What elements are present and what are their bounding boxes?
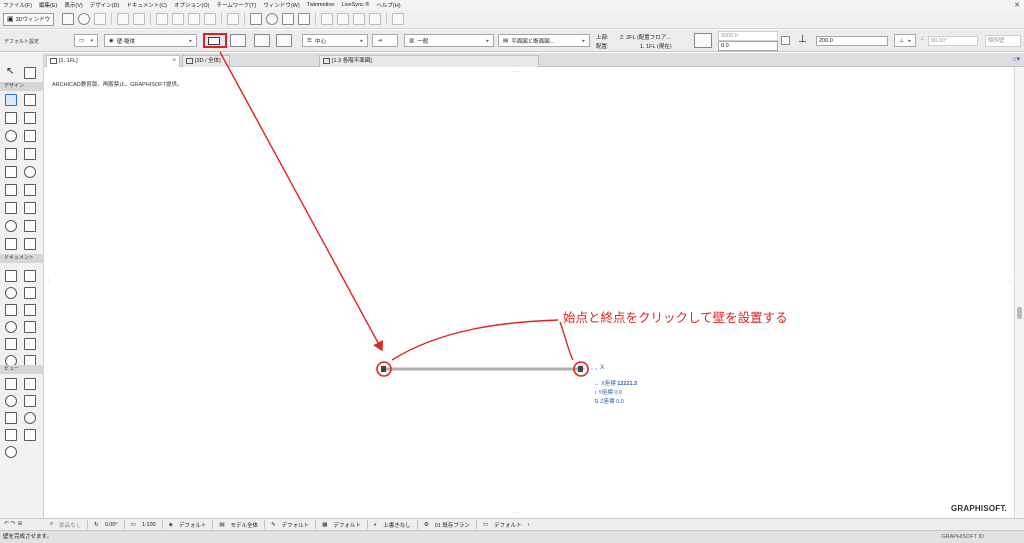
callout-curve-left [391, 319, 559, 361]
structure-display-value[interactable]: デフォルト [494, 521, 522, 529]
structure-display-icon: ▭ [482, 521, 489, 528]
end-point-marker [578, 366, 583, 372]
renovation-icon: ⚙ [423, 521, 429, 528]
graphisoft-watermark: GRAPHISOFT. [951, 504, 1007, 513]
rotate-icon: ↻ [94, 521, 99, 528]
separator [212, 520, 214, 529]
x-axis-label: X [600, 364, 605, 371]
start-point-marker [381, 366, 386, 372]
tracker-label: X座標 [601, 381, 616, 387]
pen-set-value[interactable]: デフォルト [282, 521, 310, 529]
chevron-left-icon[interactable]: ‹ [528, 522, 530, 528]
separator [264, 520, 266, 529]
separator [366, 520, 368, 529]
model-view-value[interactable]: モデル全体 [231, 521, 259, 529]
redo-zoom-icon[interactable]: ↷ [11, 521, 16, 527]
quick-options-bar: ⌕ 部品なし ↻ 0.00° ▭ 1:100 ◈ デフォルト ▤ モデル全体 ✎… [44, 518, 1024, 530]
angle-value[interactable]: 0.00° [105, 522, 118, 528]
status-bar: 壁を完成させます。 GRAPHISOFT ID [0, 530, 1024, 543]
override-icon: ◐ [373, 521, 378, 528]
layer-combo-icon: ◈ [168, 521, 173, 528]
separator [315, 520, 317, 529]
separator [123, 520, 125, 529]
dimension-value[interactable]: デフォルト [333, 521, 361, 529]
annotation-overlay [219, 51, 598, 377]
dimension-icon: ▦ [322, 521, 328, 528]
z-icon: ⇅ [594, 399, 599, 405]
tracker-row-z: ⇅ Z座標 0.0 [594, 397, 624, 405]
undo-field[interactable]: 部品なし [59, 521, 81, 529]
tracker-value[interactable]: 0.0 [616, 399, 624, 405]
instruction-arrow [219, 51, 383, 352]
separator [87, 520, 89, 529]
tracker-row-x: ↔ X座標 12221.3 [594, 379, 637, 387]
tracker-row-y: ↕ Y座標 0.0 [594, 388, 622, 396]
status-message: 壁を完成させます。 [3, 534, 52, 540]
undo-zoom-icon[interactable]: ↶ [4, 521, 9, 527]
scale-icon: ▭ [130, 521, 136, 528]
model-view-icon: ▤ [219, 521, 225, 528]
override-value[interactable]: 上書きなし [383, 521, 411, 529]
pen-set-icon: ✎ [271, 521, 276, 528]
tracker-label: Z座標 [600, 399, 615, 405]
x-icon: ↔ [594, 381, 600, 387]
tracker-label: Y座標 [598, 390, 613, 396]
scale-value[interactable]: 1:100 [142, 522, 156, 528]
graphisoft-id[interactable]: GRAPHISOFT ID [941, 531, 984, 543]
separator [475, 520, 477, 529]
tracker-value[interactable]: 12221.3 [617, 381, 637, 387]
instruction-annotation: 始点と終点をクリックして壁を設置する [563, 310, 788, 325]
renovation-value[interactable]: 01 既存プラン [435, 521, 470, 529]
navigation-controls[interactable]: ↶ ↷ ⊕ [0, 518, 44, 530]
layer-combo-value[interactable]: デフォルト [179, 521, 207, 529]
tracker-value[interactable]: 0.0 [614, 390, 622, 396]
y-icon: ↕ [594, 390, 597, 396]
magnifier-icon[interactable]: ⌕ [50, 521, 53, 528]
zoom-in-icon[interactable]: ⊕ [17, 521, 22, 527]
separator [416, 520, 418, 529]
separator [161, 520, 163, 529]
callout-curve-right [559, 321, 574, 361]
